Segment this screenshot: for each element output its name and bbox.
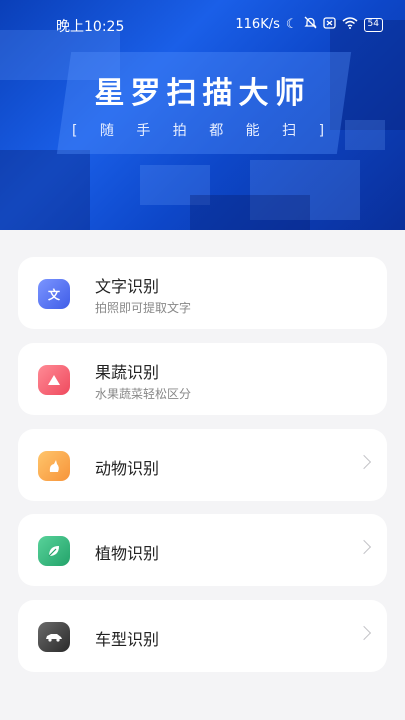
sim-x-icon [322,16,336,33]
feature-card-car[interactable]: 车型识别 [18,600,387,672]
feature-list: 文 文字识别 拍照即可提取文字 果蔬识别 水果蔬菜轻松区分 动物识别 植物识别 [0,230,405,720]
feature-card-animal[interactable]: 动物识别 [18,429,387,501]
wifi-icon [342,16,358,33]
feature-title: 植物识别 [95,544,160,563]
feature-title: 车型识别 [95,630,160,649]
chevron-right-icon [356,539,372,555]
feature-subtitle: 拍照即可提取文字 [95,301,192,315]
feature-card-text[interactable]: 文 文字识别 拍照即可提取文字 [18,257,387,329]
feature-card-plant[interactable]: 植物识别 [18,514,387,586]
status-icons: 116K/s ☾ 54 [235,16,383,33]
car-icon [38,622,70,652]
feature-card-fruit[interactable]: 果蔬识别 水果蔬菜轻松区分 [18,343,387,415]
fruit-icon [38,365,70,395]
chevron-right-icon [356,454,372,470]
app-subtitle: [ 随 手 拍 都 能 扫 ] [71,123,334,139]
chevron-right-icon [356,625,372,641]
header-banner: 晚上10:25 116K/s ☾ 54 星罗扫描大师 [ 随 手 拍 都 能 扫… [0,0,405,230]
feature-subtitle: 水果蔬菜轻松区分 [95,387,192,401]
moon-icon: ☾ [285,17,298,32]
animal-icon [38,451,70,481]
app-title: 星罗扫描大师 [94,76,311,111]
feature-title: 文字识别 [95,277,160,296]
battery-icon: 54 [363,17,383,32]
plant-icon [38,536,70,566]
network-speed: 116K/s [235,17,280,32]
status-time: 晚上10:25 [56,19,125,35]
text-icon: 文 [38,279,70,309]
feature-title: 动物识别 [95,459,160,478]
status-bar: 晚上10:25 116K/s ☾ 54 [0,12,405,38]
mute-bell-icon [303,16,317,33]
feature-title: 果蔬识别 [95,363,160,382]
app-screen: 晚上10:25 116K/s ☾ 54 星罗扫描大师 [ 随 手 拍 都 能 扫… [0,0,405,720]
